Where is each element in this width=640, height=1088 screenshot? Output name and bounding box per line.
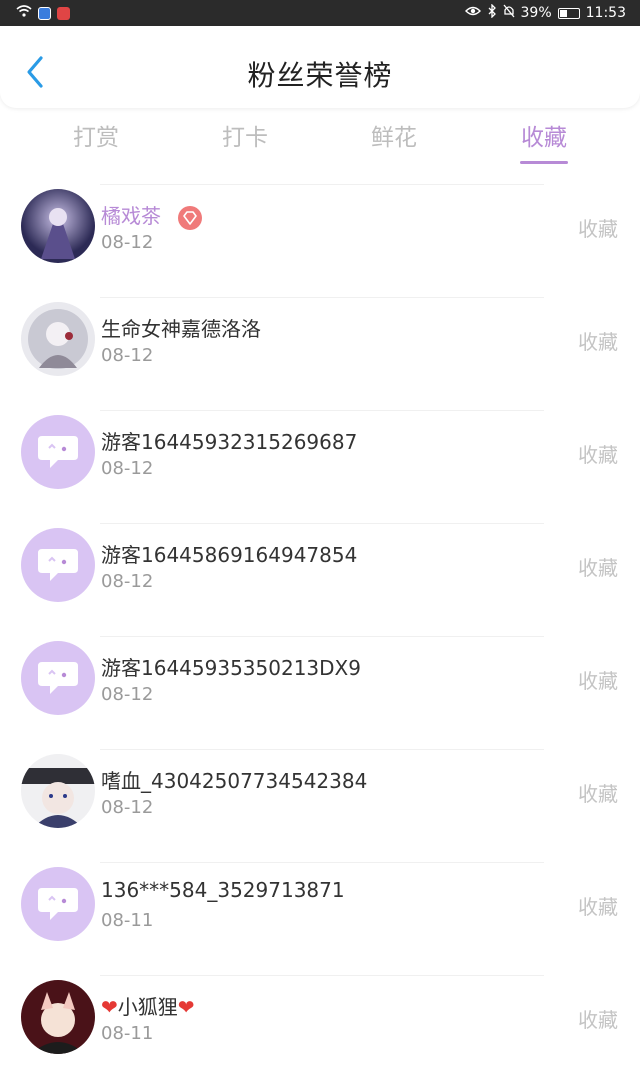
heart-icon: ❤ <box>101 995 118 1019</box>
user-name: 生命女神嘉德洛洛 <box>101 317 261 341</box>
list-item[interactable]: 游客1644593231526968​7 08-12 收藏 <box>0 410 640 523</box>
app-notification-icon <box>57 6 70 20</box>
user-name: 游客1644593231526968​7 <box>101 430 358 454</box>
date-label: 08-12 <box>101 571 154 592</box>
date-label: 08-12 <box>101 232 154 253</box>
user-name: 游客16445935350213DX9 <box>101 656 361 680</box>
eye-icon <box>464 5 481 21</box>
favorite-label: 收藏 <box>578 782 618 806</box>
avatar[interactable] <box>21 302 95 376</box>
divider <box>100 862 544 863</box>
favorite-label: 收藏 <box>578 217 618 241</box>
divider <box>100 410 544 411</box>
date-label: 08-12 <box>101 684 154 705</box>
status-left <box>16 5 70 21</box>
chat-bubble-icon <box>38 436 78 468</box>
status-bar: 39% 11:53 <box>0 0 640 26</box>
tab-favorites[interactable]: 收藏 <box>489 118 599 152</box>
user-name: 136***584_3529713871 <box>101 878 345 902</box>
user-name: 橘戏茶 <box>101 200 203 231</box>
favorite-label: 收藏 <box>578 669 618 693</box>
app-notification-icon <box>38 6 51 20</box>
user-name: ❤小狐狸❤ <box>101 995 195 1019</box>
tab-flowers[interactable]: 鲜花 <box>339 118 449 152</box>
avatar[interactable] <box>21 641 95 715</box>
date-label: 08-12 <box>101 458 154 479</box>
favorite-label: 收藏 <box>578 556 618 580</box>
avatar[interactable] <box>21 867 95 941</box>
avatar[interactable] <box>21 754 95 828</box>
list-item[interactable]: ❤小狐狸❤ 08-11 收藏 <box>0 975 640 1088</box>
divider <box>100 636 544 637</box>
divider <box>100 523 544 524</box>
date-label: 08-11 <box>101 910 154 931</box>
fan-list: 橘戏茶 08-12 收藏 生命女神嘉德洛洛 08-12 收藏 游客1644593… <box>0 184 640 1088</box>
list-item[interactable]: 游客16445935350213DX9 08-12 收藏 <box>0 636 640 749</box>
active-tab-indicator <box>520 161 568 164</box>
bluetooth-icon <box>487 3 497 22</box>
tab-bar: 打赏 打卡 鲜花 收藏 <box>0 118 640 168</box>
tab-reward[interactable]: 打赏 <box>41 118 151 152</box>
clock: 11:53 <box>585 5 626 21</box>
list-item[interactable]: 橘戏茶 08-12 收藏 <box>0 184 640 297</box>
divider <box>100 184 544 185</box>
favorite-label: 收藏 <box>578 895 618 919</box>
list-item[interactable]: 游客16445869164947854 08-12 收藏 <box>0 523 640 636</box>
chat-bubble-icon <box>38 549 78 581</box>
favorite-label: 收藏 <box>578 330 618 354</box>
user-name: 游客16445869164947854 <box>101 543 358 567</box>
page-title: 粉丝荣誉榜 <box>247 59 393 92</box>
date-label: 08-11 <box>101 1023 154 1044</box>
favorite-label: 收藏 <box>578 443 618 467</box>
user-name: 嗜血_43042507734542384 <box>101 769 368 793</box>
tab-checkin[interactable]: 打卡 <box>190 118 300 152</box>
chat-bubble-icon <box>38 662 78 694</box>
header: 粉丝荣誉榜 <box>0 26 640 108</box>
mute-bell-icon <box>503 4 515 22</box>
battery-icon <box>557 7 580 19</box>
date-label: 08-12 <box>101 345 154 366</box>
avatar[interactable] <box>21 189 95 263</box>
chat-bubble-icon <box>38 888 78 920</box>
list-item[interactable]: 嗜血_43042507734542384 08-12 收藏 <box>0 749 640 862</box>
avatar[interactable] <box>21 980 95 1054</box>
avatar[interactable] <box>21 415 95 489</box>
date-label: 08-12 <box>101 797 154 818</box>
divider <box>100 749 544 750</box>
heart-icon: ❤ <box>177 995 195 1019</box>
list-item[interactable]: 生命女神嘉德洛洛 08-12 收藏 <box>0 297 640 410</box>
divider <box>100 975 544 976</box>
wifi-icon <box>16 5 32 21</box>
battery-percent: 39% <box>520 5 552 21</box>
favorite-label: 收藏 <box>578 1008 618 1032</box>
status-right: 39% 11:53 <box>464 3 626 22</box>
list-item[interactable]: 136***584_3529713871 08-11 收藏 <box>0 862 640 975</box>
avatar[interactable] <box>21 528 95 602</box>
divider <box>100 297 544 298</box>
diamond-badge-icon <box>177 205 203 231</box>
